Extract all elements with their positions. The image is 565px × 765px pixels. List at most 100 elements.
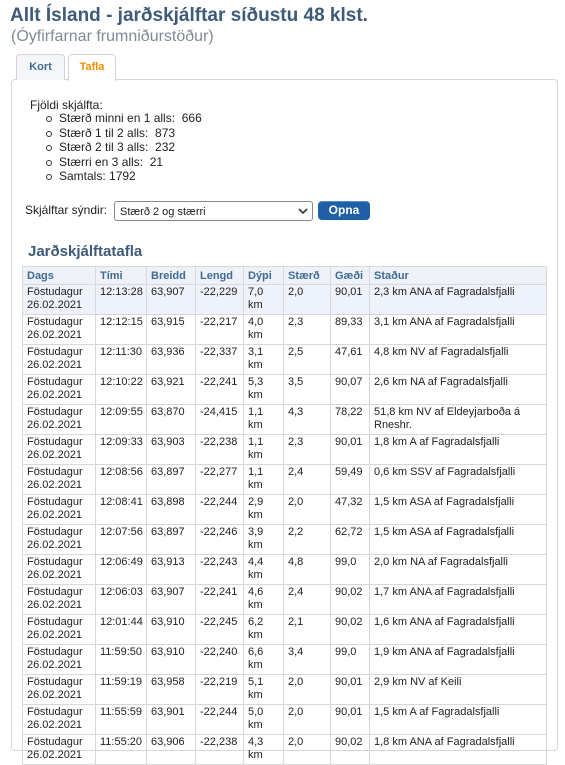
cell-time: 12:12:15 [95, 314, 147, 345]
column-header-stadur[interactable]: Staður [369, 266, 547, 285]
cell-lat: 63,907 [146, 584, 196, 615]
cell-time-text: 12:11:30 [100, 346, 143, 358]
column-header-dypi[interactable]: Dýpi [243, 266, 284, 285]
cell-lat: 63,910 [146, 614, 196, 645]
cell-date: Föstudagur 26.02.2021 [22, 704, 96, 735]
tab-tafla[interactable]: Tafla [68, 54, 116, 81]
cell-date-text: 26.02.2021 [27, 629, 83, 641]
cell-magnitude: 2,3 [283, 434, 331, 465]
cell-lon: -22,244 [195, 704, 244, 735]
cell-date: Föstudagur 26.02.2021 [22, 284, 96, 315]
open-button[interactable]: Opna [318, 201, 370, 220]
table-row[interactable]: Föstudagur 26.02.2021 12:08:41 63,898 -22,24… [22, 494, 547, 525]
cell-date-text: Föstudagur [27, 496, 83, 508]
column-header-staerd[interactable]: Stærð [283, 266, 331, 285]
cell-depth: 1,1 km [243, 464, 284, 495]
cell-date-text: 26.02.2021 [27, 719, 83, 731]
cell-date: Föstudagur 26.02.2021 [22, 644, 96, 675]
cell-lon-text: -22,277 [200, 466, 238, 478]
table-row[interactable]: Föstudagur 26.02.2021 11:55:59 63,901 -22,24… [22, 704, 547, 735]
cell-lat-text: 63,901 [151, 706, 185, 718]
cell-lon: -24,415 [195, 404, 244, 435]
cell-date-text: Föstudagur [27, 706, 83, 718]
cell-depth: 5,1 km [243, 674, 284, 705]
cell-time-text: 12:08:41 [100, 496, 143, 508]
table-row[interactable]: Föstudagur 26.02.2021 11:59:19 63,958 -22,21… [22, 674, 547, 705]
table-row[interactable]: Föstudagur 26.02.2021 12:07:56 63,897 -22,24… [22, 524, 547, 555]
table-row[interactable]: Föstudagur 26.02.2021 12:06:03 63,907 -22,24… [22, 584, 547, 615]
cell-depth: 3,1 km [243, 344, 284, 375]
tab-kort[interactable]: Kort [16, 54, 65, 80]
cell-date-text: Föstudagur [27, 526, 83, 538]
cell-quality: 90,02 [330, 584, 370, 615]
cell-time-text: 12:12:15 [100, 316, 143, 328]
cell-depth-text: 3,1 [248, 346, 264, 358]
cell-quality: 90,02 [330, 614, 370, 645]
cell-magnitude: 2,4 [283, 464, 331, 495]
cell-magnitude-text: 2,0 [288, 286, 304, 298]
cell-depth-text: 1,1 [248, 406, 264, 418]
cell-time: 11:59:50 [95, 644, 147, 675]
table-row[interactable]: Föstudagur 26.02.2021 12:10:22 63,921 -22,24… [22, 374, 547, 405]
cell-place: 2,0 km NA af Fagradalsfjalli [369, 554, 547, 585]
table-row[interactable]: Föstudagur 26.02.2021 12:06:49 63,913 -22,24… [22, 554, 547, 585]
cell-time: 12:01:44 [95, 614, 147, 645]
cell-date-text: 26.02.2021 [27, 599, 83, 611]
cell-quality-text: 99,0 [335, 556, 357, 568]
table-row[interactable]: Föstudagur 26.02.2021 11:55:20 63,906 -22,23… [22, 734, 547, 765]
cell-lat: 63,903 [146, 434, 196, 465]
cell-date: Föstudagur 26.02.2021 [22, 344, 96, 375]
cell-place-text: 1,5 km ASA af Fagradalsfjalli [374, 496, 515, 508]
table-row[interactable]: Föstudagur 26.02.2021 12:09:55 63,870 -24,41… [22, 404, 547, 435]
cell-time-text: 12:13:28 [100, 286, 143, 298]
cell-lat-text: 63,898 [151, 496, 185, 508]
cell-lat: 63,915 [146, 314, 196, 345]
cell-depth: 7,0 km [243, 284, 284, 315]
earthquake-table: Dags Tími Breidd Lengd Dýpi Stærð Gæði S… [22, 266, 547, 765]
cell-time: 12:09:33 [95, 434, 147, 465]
cell-time: 11:55:20 [95, 734, 147, 765]
cell-place: 0,6 km SSV af Fagradalsfjalli [369, 464, 547, 495]
chevron-down-icon [298, 208, 308, 215]
cell-depth-text: 5,3 [248, 376, 264, 388]
cell-lon: -22,241 [195, 584, 244, 615]
cell-date-text: Föstudagur [27, 646, 83, 658]
table-row[interactable]: Föstudagur 26.02.2021 12:13:28 63,907 -22,22… [22, 284, 547, 315]
table-row[interactable]: Föstudagur 26.02.2021 12:12:15 63,915 -22,21… [22, 314, 547, 345]
cell-magnitude: 4,3 [283, 404, 331, 435]
cell-date-text: 26.02.2021 [27, 569, 83, 581]
cell-lon-text: -22,229 [200, 286, 238, 298]
table-row[interactable]: Föstudagur 26.02.2021 12:09:33 63,903 -22,23… [22, 434, 547, 465]
cell-quality-text: 89,33 [335, 316, 363, 328]
table-row[interactable]: Föstudagur 26.02.2021 12:11:30 63,936 -22,33… [22, 344, 547, 375]
cell-lon: -22,229 [195, 284, 244, 315]
cell-magnitude: 2,1 [283, 614, 331, 645]
filter-label: Skjálftar sýndir: [25, 203, 108, 217]
cell-date-text: Föstudagur [27, 586, 83, 598]
cell-date-text: Föstudagur [27, 556, 83, 568]
cell-lon: -22,238 [195, 434, 244, 465]
table-row[interactable]: Föstudagur 26.02.2021 11:59:50 63,910 -22,24… [22, 644, 547, 675]
cell-date-text: Föstudagur [27, 406, 83, 418]
cell-lat: 63,901 [146, 704, 196, 735]
cell-depth-text: 3,9 [248, 526, 264, 538]
cell-lon-text: -22,246 [200, 526, 238, 538]
table-title: Jarðskjálftatafla [28, 243, 143, 260]
cell-place: 1,5 km A af Fagradalsfjalli [369, 704, 547, 735]
cell-date: Föstudagur 26.02.2021 [22, 374, 96, 405]
table-row[interactable]: Föstudagur 26.02.2021 12:01:44 63,910 -22,24… [22, 614, 547, 645]
column-header-timi[interactable]: Tími [95, 266, 147, 285]
table-row[interactable]: Föstudagur 26.02.2021 12:08:56 63,897 -22,27… [22, 464, 547, 495]
column-header-gaedi[interactable]: Gæði [330, 266, 370, 285]
cell-place-text: 1,7 km ANA af Fagradalsfjalli [374, 586, 515, 598]
cell-depth: 1,1 km [243, 434, 284, 465]
cell-depth-text: km [248, 389, 263, 401]
cell-time: 12:07:56 [95, 524, 147, 555]
column-header-dags[interactable]: Dags [22, 266, 96, 285]
cell-lat-text: 63,915 [151, 316, 185, 328]
magnitude-filter-select[interactable]: Stærð 2 og stærri [114, 201, 313, 221]
column-header-breidd[interactable]: Breidd [146, 266, 196, 285]
column-header-lengd[interactable]: Lengd [195, 266, 244, 285]
cell-place-text: 2,6 km NA af Fagradalsfjalli [374, 376, 508, 388]
cell-depth-text: km [248, 599, 263, 611]
